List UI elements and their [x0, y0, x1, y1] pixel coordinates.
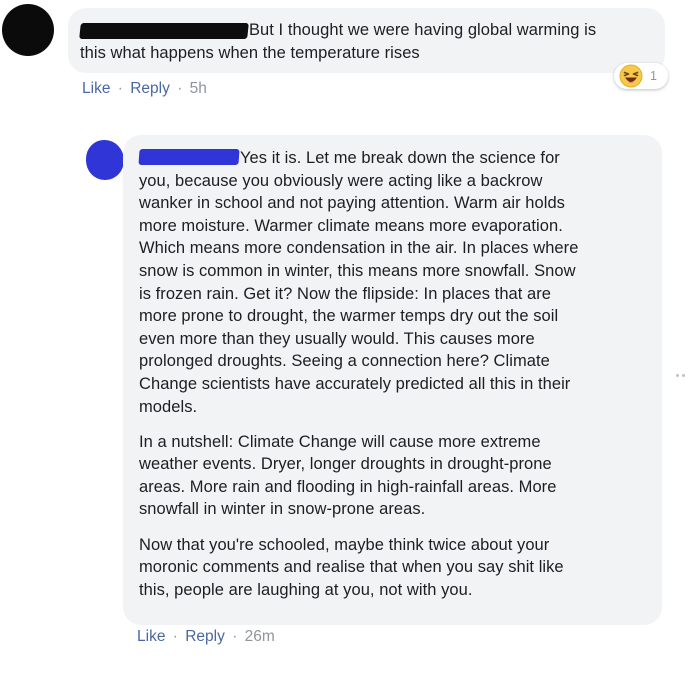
separator-dot: · — [117, 80, 123, 97]
reply-paragraph-1: Yes it is. Let me break down the science… — [138, 147, 662, 418]
reply-text: In a nutshell: Climate Change will cause… — [139, 432, 541, 451]
like-link[interactable]: Like — [137, 628, 165, 645]
reply-text: wanker in school and not paying attentio… — [139, 194, 565, 213]
reply-text: more moisture. Warmer climate means more… — [139, 216, 563, 235]
reply-text: even more than they usually would. This … — [139, 329, 535, 348]
redacted-author-name[interactable] — [79, 22, 249, 39]
reply-timestamp[interactable]: 26m — [245, 628, 275, 645]
reply-text: more prone to drought, the warmer temps … — [139, 307, 559, 326]
comment-actions: Like · Reply · 5h — [82, 80, 207, 98]
reply-paragraph-2: In a nutshell: Climate Change will cause… — [139, 431, 662, 521]
separator-dot: · — [172, 628, 178, 645]
reaction-summary[interactable]: 1 — [614, 63, 668, 89]
reply-text: is frozen rain. Get it? Now the flipside… — [139, 284, 552, 303]
comment-timestamp[interactable]: 5h — [190, 80, 207, 97]
reply-bubble: Yes it is. Let me break down the science… — [123, 135, 662, 625]
separator-dot: · — [177, 80, 183, 97]
reply-paragraph-3: Now that you're schooled, maybe think tw… — [139, 534, 662, 602]
comment-line: But I thought we were having global warm… — [79, 19, 665, 42]
reply-text: Now that you're schooled, maybe think tw… — [139, 535, 550, 554]
commenter-avatar[interactable] — [2, 4, 54, 56]
reply-text: areas. More rain and flooding in high-ra… — [139, 477, 557, 496]
reply-text: Change scientists have accurately predic… — [139, 374, 571, 393]
reply-text: snow is common in winter, this means mor… — [139, 261, 576, 280]
reply-link[interactable]: Reply — [185, 628, 225, 645]
reply-text: moronic comments and realise that when y… — [139, 558, 564, 577]
comment-bubble: But I thought we were having global warm… — [68, 8, 665, 73]
reply-line: Yes it is. Let me break down the science… — [138, 147, 662, 170]
separator-dot: · — [232, 628, 238, 645]
reply-text: you, because you obviously were acting l… — [139, 171, 543, 190]
reply-text: prolonged droughts. Seeing a connection … — [139, 352, 550, 371]
haha-emoji-icon — [619, 64, 643, 88]
replier-avatar[interactable] — [86, 140, 124, 180]
reaction-count: 1 — [650, 69, 657, 83]
like-link[interactable]: Like — [82, 80, 110, 97]
more-options-icon[interactable] — [676, 374, 685, 377]
reply-text: snowfall in winter in snow-prone areas. — [139, 500, 426, 519]
reply-text: weather events. Dryer, longer droughts i… — [139, 455, 552, 474]
reply-text: this, people are laughing at you, not wi… — [139, 580, 473, 599]
reply-text: Which means more condensation in the air… — [139, 239, 579, 258]
redacted-replier-name[interactable] — [138, 149, 240, 166]
comment-text-2: this what happens when the temperature r… — [80, 44, 420, 62]
reply-actions: Like · Reply · 26m — [137, 628, 275, 646]
reply-text: models. — [139, 397, 198, 416]
reply-text: Yes it is. Let me break down the science… — [240, 149, 560, 167]
comment-text-1: But I thought we were having global warm… — [249, 21, 597, 39]
reply-link[interactable]: Reply — [130, 80, 170, 97]
